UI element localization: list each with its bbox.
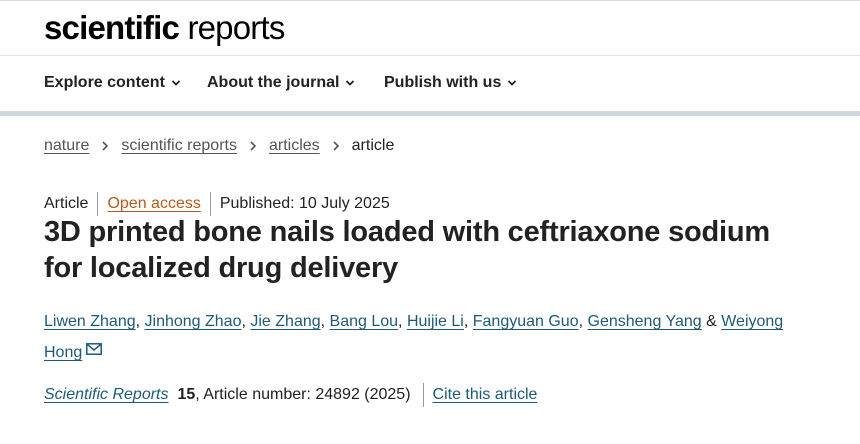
logo-bold-text: scientific [44, 9, 180, 46]
article-type: Article [44, 195, 89, 212]
journal-link[interactable]: Scientific Reports [44, 386, 169, 404]
site-header: scientific reports [0, 0, 860, 56]
nav-item-label: Publish with us [384, 74, 502, 91]
author-link[interactable]: Gensheng Yang [588, 313, 702, 330]
site-logo[interactable]: scientific reports [44, 10, 285, 46]
author-link[interactable]: Bang Lou [330, 313, 399, 330]
nav-item-label: About the journal [207, 74, 340, 91]
breadcrumb-scientific-reports[interactable]: scientific reports [121, 137, 237, 155]
nav-explore-content[interactable]: Explore content [44, 74, 181, 92]
open-access-link[interactable]: Open access [107, 195, 200, 213]
breadcrumb-nature[interactable]: nature [44, 137, 89, 155]
citation-divider [422, 383, 424, 407]
article-title: 3D printed bone nails loaded with ceftri… [44, 216, 770, 284]
author-separator: , [320, 313, 330, 330]
breadcrumb-articles[interactable]: articles [269, 137, 320, 155]
author-last-join: & [701, 313, 722, 330]
article-meta: Article Open access Published: 10 July 2… [44, 192, 390, 216]
breadcrumb-current: article [351, 137, 395, 154]
chevron-down-icon [171, 80, 181, 86]
author-separator: , [463, 313, 473, 330]
citation-line: Scientific Reports 15 , Article number: … [44, 383, 537, 407]
nav-about-the-journal[interactable]: About the journal [207, 74, 355, 92]
cite-this-article-link[interactable]: Cite this article [433, 386, 538, 404]
author-list: Liwen Zhang, Jinhong Zhao, Jie Zhang, Ba… [44, 306, 784, 368]
author-link[interactable]: Jie Zhang [250, 313, 320, 330]
author-link[interactable]: Jinhong Zhao [145, 313, 242, 330]
nav-divider [0, 111, 860, 116]
meta-divider [97, 192, 99, 216]
meta-divider [209, 192, 211, 216]
chevron-right-icon [102, 141, 109, 151]
chevron-down-icon [508, 80, 517, 86]
author-link[interactable]: Fangyuan Guo [473, 313, 579, 330]
volume-number: 15 [177, 386, 196, 403]
logo-light-text: reports [187, 9, 285, 46]
article-number: , Article number: 24892 (2025) [195, 386, 411, 403]
author-separator: , [578, 313, 588, 330]
main-nav: Explore content About the journal Publis… [0, 56, 860, 111]
breadcrumb: nature scientific reports articles artic… [44, 137, 394, 155]
author-separator: , [398, 313, 407, 330]
author-separator: , [135, 313, 145, 330]
mail-icon[interactable] [86, 343, 103, 355]
nav-publish-with-us[interactable]: Publish with us [384, 74, 517, 92]
author-link[interactable]: Liwen Zhang [44, 313, 136, 330]
published-date: Published: 10 July 2025 [219, 195, 390, 212]
chevron-right-icon [333, 141, 339, 151]
chevron-down-icon [346, 80, 355, 86]
author-link[interactable]: Huijie Li [407, 313, 464, 330]
nav-item-label: Explore content [44, 74, 165, 91]
chevron-right-icon [250, 141, 257, 151]
